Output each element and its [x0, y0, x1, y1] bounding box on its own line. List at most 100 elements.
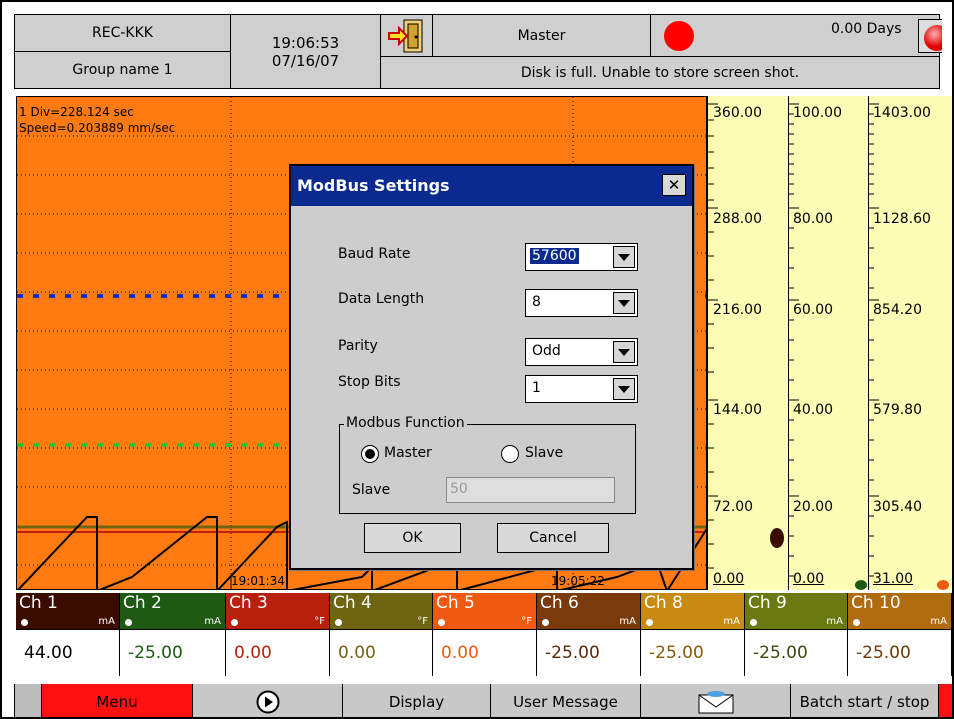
cancel-button[interactable]: Cancel [497, 523, 609, 553]
modbus-function-legend: Modbus Function [344, 415, 467, 431]
slave-radio-label[interactable]: Slave [525, 445, 563, 461]
channel-name: Ch 5 [436, 593, 475, 613]
baud-rate-label: Baud Rate [338, 246, 411, 262]
mode-label: Master [432, 14, 651, 57]
status-message: Disk is full. Unable to store screen sho… [380, 56, 940, 89]
scale-1-tick-0: 360.00 [713, 105, 762, 121]
channel-tile-4[interactable]: Ch 4 °F [330, 593, 433, 629]
parity-select[interactable]: Odd [525, 338, 638, 366]
slave-id-input[interactable]: 50 [446, 477, 615, 503]
baud-rate-value: 57600 [530, 248, 579, 264]
play-icon [256, 690, 279, 713]
channel-name: Ch 9 [748, 593, 787, 613]
display-button[interactable]: Display [342, 684, 490, 719]
scale-2-tick-4: 20.00 [793, 499, 834, 515]
channel-name: Ch 4 [333, 593, 372, 613]
channel-dot-icon [231, 619, 238, 626]
data-length-select[interactable]: 8 [525, 289, 638, 317]
channel-value-6: -25.00 [537, 629, 641, 676]
record-status: 0.00 Days [650, 14, 942, 57]
channel-tile-8[interactable]: Ch 9 mA [745, 593, 848, 629]
channel-tile-7[interactable]: Ch 8 mA [641, 593, 745, 629]
channel-tile-2[interactable]: Ch 2 mA [120, 593, 226, 629]
dialog-title: ModBus Settings [291, 166, 692, 206]
scale-1-ruler [708, 103, 718, 569]
pen-marker-orange [937, 580, 949, 590]
slave-id-value: 50 [450, 481, 468, 497]
ok-button[interactable]: OK [364, 523, 461, 553]
scale-3-ruler [869, 103, 879, 577]
scale-2-tick-1: 80.00 [793, 211, 834, 227]
channel-dot-icon [21, 619, 28, 626]
scale-1-tick-5: 0.00 [713, 571, 745, 587]
channel-name: Ch 2 [123, 593, 162, 613]
channel-value-3: 0.00 [226, 629, 330, 676]
chevron-down-icon[interactable] [613, 292, 635, 314]
time-mark-2: 19:05:22 [551, 574, 605, 588]
exit-icon-button[interactable] [380, 14, 433, 57]
channel-value-7: -25.00 [641, 629, 745, 676]
left-edge-button[interactable] [14, 684, 41, 719]
stop-bits-value: 1 [532, 380, 541, 396]
group-name[interactable]: Group name 1 [14, 51, 231, 89]
alarm-light-icon [924, 25, 942, 51]
data-length-label: Data Length [338, 291, 425, 307]
speed-info: Speed=0.203889 mm/sec [19, 121, 176, 135]
batch-button-label: Batch start / stop [799, 692, 930, 711]
baud-rate-select[interactable]: 57600 [525, 243, 638, 271]
play-button[interactable] [192, 684, 342, 719]
record-indicator-icon [664, 21, 694, 51]
scale-2-tick-5: 0.00 [793, 571, 825, 587]
alarm-button[interactable] [918, 19, 942, 53]
user-message-button[interactable]: User Message [490, 684, 640, 719]
channel-name: Ch 8 [644, 593, 683, 613]
batch-indicator [938, 684, 952, 719]
recorder-name: REC-KKK [14, 14, 231, 52]
channel-name: Ch 6 [540, 593, 579, 613]
scale-3: 1403.00 1128.60 854.20 579.80 305.40 31.… [868, 96, 952, 590]
channel-value-8: -25.00 [745, 629, 848, 676]
message-button[interactable] [640, 684, 790, 719]
channel-tile-5[interactable]: Ch 5 °F [433, 593, 537, 629]
channel-tile-6[interactable]: Ch 6 mA [537, 593, 641, 629]
chevron-down-icon[interactable] [613, 341, 635, 363]
channel-tile-1[interactable]: Ch 1 mA [16, 593, 120, 629]
scale-2-tick-0: 100.00 [793, 105, 842, 121]
scale-1-tick-4: 72.00 [713, 499, 754, 515]
scale-1-tick-3: 144.00 [713, 402, 762, 418]
scale-2-tick-3: 40.00 [793, 402, 834, 418]
scale-3-tick-5: 31.00 [873, 571, 914, 587]
time-label: 19:06:53 [271, 33, 340, 52]
channel-tile-3[interactable]: Ch 3 °F [226, 593, 330, 629]
master-radio[interactable] [361, 445, 379, 463]
batch-button[interactable]: Batch start / stop [790, 684, 938, 719]
channel-unit: °F [314, 616, 325, 627]
scale-1-tick-1: 288.00 [713, 211, 762, 227]
chevron-down-icon[interactable] [613, 378, 635, 400]
user-message-button-label: User Message [513, 692, 618, 711]
channel-dot-icon [750, 619, 757, 626]
channel-unit: mA [826, 616, 843, 627]
menu-button[interactable]: Menu [41, 684, 192, 719]
scale-2: 100.00 80.00 60.00 40.00 20.00 0.00 [788, 96, 868, 590]
data-length-value: 8 [532, 294, 541, 310]
slave-radio[interactable] [501, 445, 519, 463]
cancel-button-label: Cancel [529, 530, 577, 546]
display-button-label: Display [388, 692, 445, 711]
stop-bits-select[interactable]: 1 [525, 375, 638, 403]
channel-value-4: 0.00 [330, 629, 433, 676]
parity-label: Parity [338, 338, 378, 354]
channel-dot-icon [853, 619, 860, 626]
ok-button-label: OK [402, 530, 423, 546]
close-button[interactable]: ✕ [662, 174, 686, 196]
scale-3-tick-4: 305.40 [873, 499, 922, 515]
scale-1: 360.00 288.00 216.00 144.00 72.00 0.00 [707, 96, 788, 590]
chevron-down-icon[interactable] [613, 246, 635, 268]
time-mark-1: 19:01:34 [231, 574, 285, 588]
master-radio-label[interactable]: Master [384, 445, 432, 461]
channel-unit: mA [723, 616, 740, 627]
slave-id-label: Slave [352, 482, 391, 498]
channel-value-2: -25.00 [120, 629, 226, 676]
channel-tile-9[interactable]: Ch 10 mA [848, 593, 952, 629]
channel-unit: °F [521, 616, 532, 627]
